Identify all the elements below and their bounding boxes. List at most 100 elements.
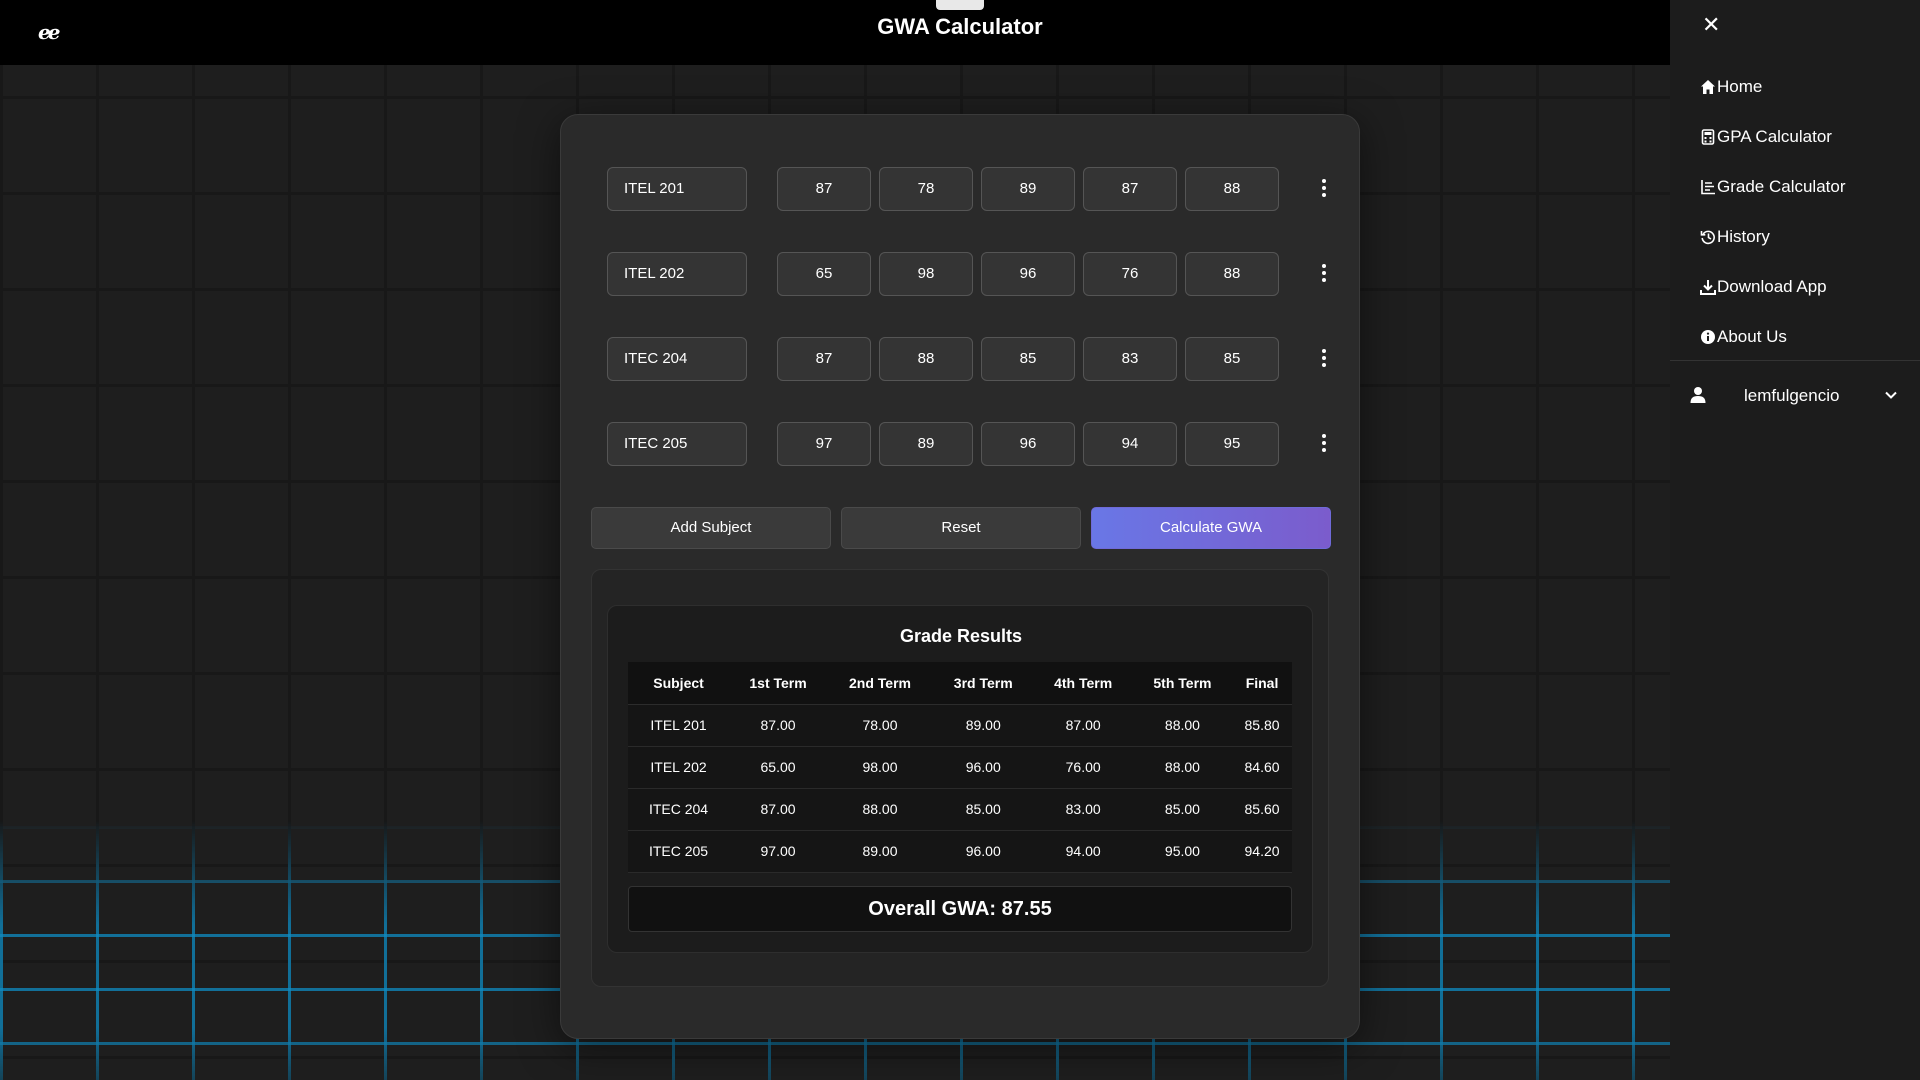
menu-item-label: GPA Calculator	[1717, 127, 1832, 146]
side-menu: ✕ Home GPA Calculator Grade Calculator H…	[1670, 0, 1920, 1080]
subject-name-input[interactable]: ITEC 205	[607, 422, 747, 466]
table-cell: ITEL 201	[628, 704, 730, 747]
table-cell: 95.00	[1132, 830, 1233, 873]
chevron-down-icon[interactable]	[1884, 388, 1898, 402]
results-header-row: Subject 1st Term 2nd Term 3rd Term 4th Term 5…	[628, 662, 1292, 705]
term-grade-input[interactable]: 78	[879, 167, 973, 211]
subject-row: ITEC 205 97 89 96 94 95	[607, 422, 1327, 466]
term-grade-input[interactable]: 88	[1185, 252, 1279, 296]
menu-item-label: About Us	[1717, 327, 1787, 346]
term-grade-input[interactable]: 89	[879, 422, 973, 466]
table-cell: 97.00	[729, 830, 828, 873]
column-header: 3rd Term	[932, 662, 1034, 705]
more-options-icon[interactable]	[1321, 349, 1327, 369]
term-grade-input[interactable]: 96	[981, 252, 1075, 296]
reset-button[interactable]: Reset	[841, 507, 1081, 549]
column-header: 5th Term	[1132, 662, 1233, 705]
table-cell: 83.00	[1033, 788, 1133, 831]
table-cell: 85.80	[1232, 704, 1292, 747]
menu-item-about-us[interactable]: About Us	[1700, 312, 1846, 362]
table-cell: 87.00	[1033, 704, 1133, 747]
gwa-calculator-card: Add Subject Reset Calculate GWA Grade Re…	[560, 114, 1360, 1039]
results-panel: Grade Results Subject 1st Term 2nd Term 3rd…	[591, 569, 1329, 987]
table-cell: 87.00	[729, 788, 828, 831]
column-header: 4th Term	[1033, 662, 1133, 705]
table-cell: ITEC 204	[628, 788, 730, 831]
table-cell: 89.00	[827, 830, 933, 873]
term-grade-input[interactable]: 65	[777, 252, 871, 296]
table-cell: 88.00	[827, 788, 933, 831]
results-card: Grade Results Subject 1st Term 2nd Term 3rd…	[607, 605, 1313, 953]
table-cell: ITEC 205	[628, 830, 730, 873]
subject-row: ITEC 204 87 88 85 83 85	[607, 337, 1327, 381]
term-grade-input[interactable]: 94	[1083, 422, 1177, 466]
menu-item-label: Home	[1717, 77, 1763, 96]
calculate-gwa-button[interactable]: Calculate GWA	[1091, 507, 1331, 549]
table-cell: 65.00	[729, 746, 828, 789]
term-grade-input[interactable]: 95	[1185, 422, 1279, 466]
column-header: 1st Term	[729, 662, 828, 705]
table-row: ITEL 202 65.00 98.00 96.00 76.00 88.00 84.60	[628, 746, 1292, 789]
table-cell: 76.00	[1033, 746, 1133, 789]
subject-name-input[interactable]: ITEL 201	[607, 167, 747, 211]
home-icon	[1701, 80, 1715, 94]
table-cell: 94.20	[1232, 830, 1292, 873]
subject-name-input[interactable]: ITEL 202	[607, 252, 747, 296]
side-menu-list: Home GPA Calculator Grade Calculator His…	[1700, 62, 1846, 362]
menu-item-download-app[interactable]: Download App	[1700, 262, 1846, 312]
more-options-icon[interactable]	[1321, 264, 1327, 284]
term-grade-input[interactable]: 87	[777, 337, 871, 381]
more-options-icon[interactable]	[1321, 179, 1327, 199]
menu-item-history[interactable]: History	[1700, 212, 1846, 262]
term-grade-input[interactable]: 89	[981, 167, 1075, 211]
overall-gwa: Overall GWA: 87.55	[628, 886, 1292, 932]
chart-icon	[1701, 180, 1715, 195]
menu-item-grade-calculator[interactable]: Grade Calculator	[1700, 162, 1846, 212]
term-grade-input[interactable]: 87	[777, 167, 871, 211]
more-options-icon[interactable]	[1321, 434, 1327, 454]
table-cell: 88.00	[1132, 704, 1233, 747]
table-cell: 85.60	[1232, 788, 1292, 831]
menu-divider	[1670, 360, 1920, 361]
menu-item-gpa-calculator[interactable]: GPA Calculator	[1700, 112, 1846, 162]
info-icon	[1701, 330, 1715, 344]
download-icon	[1700, 280, 1716, 295]
table-row: ITEC 205 97.00 89.00 96.00 94.00 95.00 94.20	[628, 830, 1292, 873]
column-header: Subject	[628, 662, 730, 705]
table-cell: 98.00	[827, 746, 933, 789]
username: lemfulgencio	[1744, 386, 1840, 405]
history-icon	[1700, 230, 1715, 245]
subject-name-input[interactable]: ITEC 204	[607, 337, 747, 381]
table-cell: 94.00	[1033, 830, 1133, 873]
table-cell: 78.00	[827, 704, 933, 747]
calculator-icon	[1701, 129, 1715, 145]
table-cell: 88.00	[1132, 746, 1233, 789]
term-grade-input[interactable]: 97	[777, 422, 871, 466]
term-grade-input[interactable]: 85	[1185, 337, 1279, 381]
table-cell: 84.60	[1232, 746, 1292, 789]
add-subject-button[interactable]: Add Subject	[591, 507, 831, 549]
page-title-text: GWA Calculator	[877, 14, 1043, 39]
term-grade-input[interactable]: 76	[1083, 252, 1177, 296]
table-cell: 96.00	[932, 830, 1034, 873]
table-row: ITEC 204 87.00 88.00 85.00 83.00 85.00 85.60	[628, 788, 1292, 831]
table-cell: 85.00	[932, 788, 1034, 831]
table-cell: ITEL 202	[628, 746, 730, 789]
menu-item-home[interactable]: Home	[1700, 62, 1846, 112]
menu-item-label: Grade Calculator	[1717, 177, 1846, 196]
term-grade-input[interactable]: 83	[1083, 337, 1177, 381]
term-grade-input[interactable]: 87	[1083, 167, 1177, 211]
subject-row: ITEL 201 87 78 89 87 88	[607, 167, 1327, 211]
term-grade-input[interactable]: 88	[1185, 167, 1279, 211]
term-grade-input[interactable]: 88	[879, 337, 973, 381]
close-icon[interactable]: ✕	[1702, 12, 1720, 38]
table-cell: 85.00	[1132, 788, 1233, 831]
term-grade-input[interactable]: 85	[981, 337, 1075, 381]
subject-row: ITEL 202 65 98 96 76 88	[607, 252, 1327, 296]
menu-item-label: History	[1717, 227, 1770, 246]
table-cell: 87.00	[729, 704, 828, 747]
top-bar: ee GWA Calculator	[0, 0, 1920, 65]
user-menu[interactable]: lemfulgencio	[1670, 378, 1920, 414]
term-grade-input[interactable]: 96	[981, 422, 1075, 466]
term-grade-input[interactable]: 98	[879, 252, 973, 296]
